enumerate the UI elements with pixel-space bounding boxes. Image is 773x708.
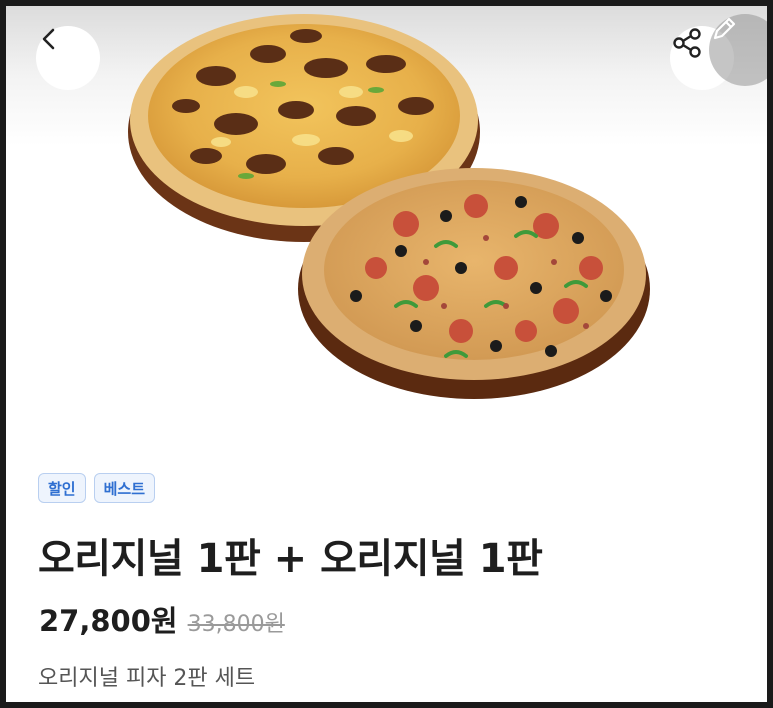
product-description: 오리지널 피자 2판 세트 — [38, 666, 256, 691]
back-button[interactable] — [36, 26, 100, 90]
sale-price: 27,800원 — [39, 604, 178, 638]
discount-badge: 할인 — [38, 473, 86, 503]
share-icon — [673, 28, 701, 58]
best-badge: 베스트 — [93, 473, 156, 503]
product-title: 오리지널 1판 + 오리지널 1판 — [38, 536, 543, 582]
pencil-icon — [713, 17, 736, 40]
chevron-left-icon — [42, 28, 55, 50]
original-price: 33,800원 — [187, 612, 285, 637]
product-detail-screen: 할인 베스트 오리지널 1판 + 오리지널 1판 27,800원 33,800원… — [6, 6, 767, 702]
product-image — [6, 6, 767, 446]
badge-list: 할인 베스트 — [38, 473, 156, 503]
price-row: 27,800원 33,800원 — [39, 598, 285, 640]
pizza-image — [128, 14, 650, 399]
